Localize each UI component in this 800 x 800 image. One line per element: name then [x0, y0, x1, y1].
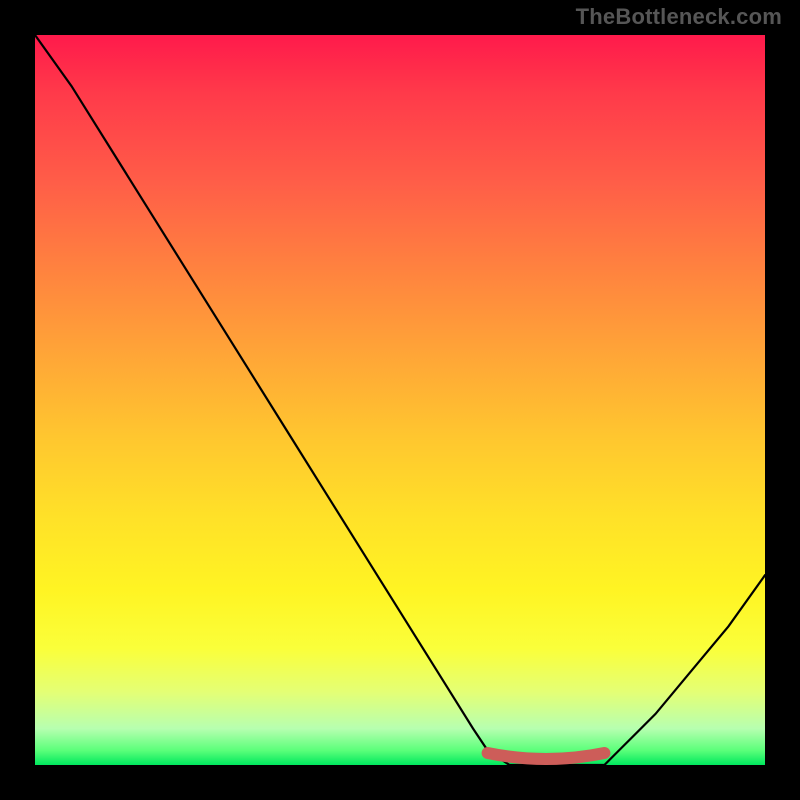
chart-frame: TheBottleneck.com: [0, 0, 800, 800]
watermark-text: TheBottleneck.com: [576, 4, 782, 30]
plot-area: [35, 35, 765, 765]
bottleneck-curve: [35, 35, 765, 765]
curve-layer: [35, 35, 765, 765]
optimal-range-marker: [488, 753, 605, 759]
